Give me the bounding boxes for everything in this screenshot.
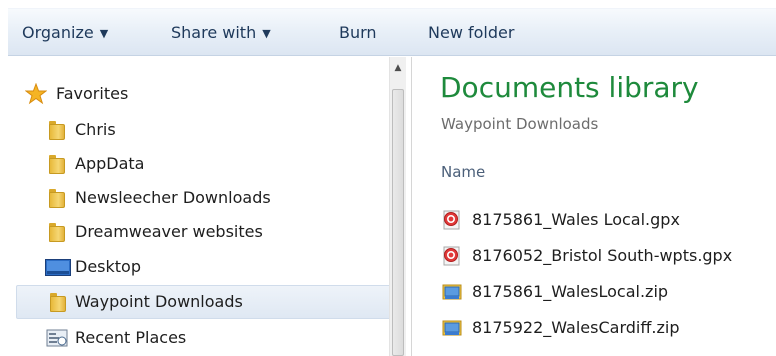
nav-scrollbar[interactable]: ▲ (389, 57, 406, 356)
sidebar-item-label: Waypoint Downloads (75, 292, 243, 311)
file-row[interactable]: 8175861_Wales Local.gpx (436, 203, 776, 237)
folder-icon (49, 189, 71, 208)
library-subtitle: Waypoint Downloads (441, 115, 599, 133)
sidebar-item-recent-places[interactable]: Recent Places (16, 321, 392, 355)
new-folder-button[interactable]: New folder (428, 9, 514, 56)
organize-label: Organize (22, 23, 94, 42)
chevron-down-icon: ▼ (99, 27, 109, 40)
file-row[interactable]: 8175861_WalesLocal.zip (436, 275, 776, 309)
sidebar-item-waypoint-downloads[interactable]: Waypoint Downloads (16, 285, 392, 319)
folder-icon (49, 223, 71, 242)
recent-places-icon (46, 329, 68, 347)
sidebar-item-desktop[interactable]: Desktop (16, 250, 392, 284)
nav-favorites[interactable]: Favorites (16, 77, 392, 111)
sidebar-item-label: Recent Places (75, 328, 187, 347)
sidebar-item-dreamweaver-websites[interactable]: Dreamweaver websites (16, 215, 392, 249)
file-row[interactable]: 8175922_WalesCardiff.zip (436, 311, 776, 345)
file-name: 8176052_Bristol South-wpts.gpx (472, 246, 733, 265)
zip-file-icon (442, 320, 462, 336)
file-name: 8175861_Wales Local.gpx (472, 210, 680, 229)
library-title: Documents library (440, 71, 699, 104)
sidebar-item-appdata[interactable]: AppData (16, 147, 392, 181)
burn-label: Burn (339, 23, 377, 42)
scroll-up-arrow-icon[interactable]: ▲ (390, 61, 406, 75)
folder-icon (49, 121, 71, 140)
sidebar-item-label: Newsleecher Downloads (75, 188, 271, 207)
gpx-file-icon (443, 210, 460, 230)
pane-divider[interactable] (411, 57, 412, 356)
folder-icon (49, 155, 71, 174)
nav-favorites-label: Favorites (56, 84, 129, 103)
star-icon (25, 83, 47, 105)
sidebar-item-label: Chris (75, 120, 116, 139)
file-name: 8175861_WalesLocal.zip (472, 282, 669, 301)
chevron-down-icon: ▼ (262, 27, 271, 40)
command-bar: Organize ▼ Share with ▼ Burn New folder (8, 8, 776, 56)
sidebar-item-label: Desktop (75, 257, 141, 276)
zip-file-icon (442, 284, 462, 300)
share-with-label: Share with (171, 23, 257, 42)
sidebar-item-label: AppData (75, 154, 145, 173)
file-name: 8175922_WalesCardiff.zip (472, 318, 680, 337)
share-with-button[interactable]: Share with ▼ (171, 9, 271, 56)
gpx-file-icon (443, 246, 460, 266)
file-row[interactable]: 8176052_Bristol South-wpts.gpx (436, 239, 776, 273)
column-header-name[interactable]: Name (441, 163, 485, 181)
scroll-thumb[interactable] (392, 89, 404, 356)
organize-button[interactable]: Organize ▼ (22, 9, 108, 56)
sidebar-item-label: Dreamweaver websites (75, 222, 263, 241)
burn-button[interactable]: Burn (339, 9, 377, 56)
sidebar-item-newsleecher-downloads[interactable]: Newsleecher Downloads (16, 181, 392, 215)
desktop-icon (45, 259, 71, 276)
folder-icon (50, 293, 72, 312)
navigation-pane: Favorites Chris AppData Newsleecher Down… (8, 57, 404, 356)
new-folder-label: New folder (428, 23, 515, 42)
sidebar-item-chris[interactable]: Chris (16, 113, 392, 147)
